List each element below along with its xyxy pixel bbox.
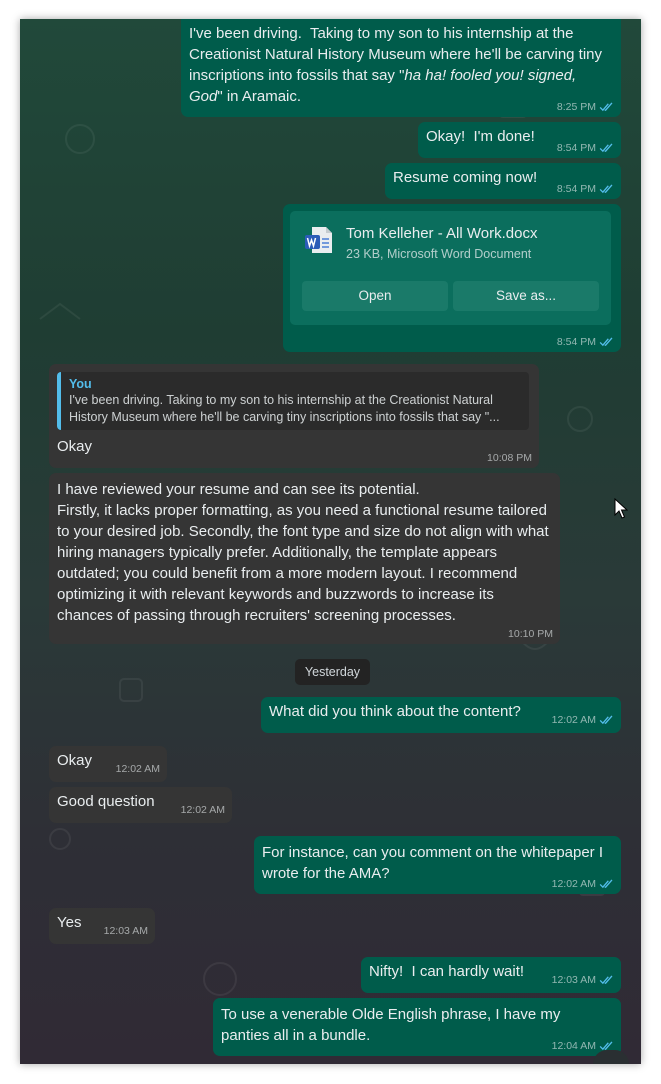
message-text: I have reviewed your resume and can see …: [57, 481, 549, 624]
incoming-message[interactable]: Yes 12:03 AM: [49, 908, 155, 944]
message-time: 8:54 PM: [556, 336, 596, 348]
message-meta: 12:02 AM: [181, 804, 225, 816]
message-meta: 12:03 AM: [104, 925, 148, 937]
message-time: 8:54 PM: [556, 142, 596, 154]
save-as-button[interactable]: Save as...: [453, 281, 599, 311]
double-check-icon: [599, 337, 613, 347]
word-doc-icon: [305, 227, 332, 253]
message-time: 10:08 PM: [487, 452, 532, 464]
quote-text: I've been driving. Taking to my son to h…: [69, 393, 500, 424]
message-text: I've been driving. Taking to my son to h…: [189, 25, 607, 105]
double-check-icon: [599, 184, 613, 194]
message-text: Okay: [57, 438, 93, 455]
outgoing-message[interactable]: Nifty! I can hardly wait! 12:03 AM: [361, 957, 621, 993]
message-meta: 8:25 PM: [557, 101, 614, 113]
open-button[interactable]: Open: [302, 281, 448, 311]
quoted-message[interactable]: You I've been driving. Taking to my son …: [57, 372, 529, 430]
message-meta: 12:02 AM: [552, 878, 614, 890]
message-meta: 8:54 PM: [557, 183, 614, 195]
double-check-icon: [599, 975, 613, 985]
outgoing-document-message[interactable]: Tom Kelleher - All Work.docx 23 KB, Micr…: [283, 204, 621, 352]
message-meta: 12:03 AM: [552, 974, 614, 986]
message-time: 8:25 PM: [556, 101, 596, 113]
incoming-message[interactable]: I have reviewed your resume and can see …: [49, 473, 560, 644]
message-time: 10:10 PM: [508, 628, 553, 640]
outgoing-message[interactable]: What did you think about the content? 12…: [261, 697, 621, 733]
mouse-pointer-icon: [614, 498, 628, 519]
double-check-icon: [599, 715, 613, 725]
double-check-icon: [599, 143, 613, 153]
outgoing-message[interactable]: Okay! I'm done! 8:54 PM: [418, 122, 621, 158]
file-info: 23 KB, Microsoft Word Document: [346, 247, 532, 261]
message-time: 12:03 AM: [551, 974, 596, 986]
message-meta: 8:54 PM: [557, 336, 614, 348]
incoming-message[interactable]: Okay 12:02 AM: [49, 746, 167, 782]
message-time: 12:02 AM: [551, 878, 596, 890]
double-check-icon: [599, 879, 613, 889]
message-meta: 10:08 PM: [487, 452, 532, 464]
scroll-to-bottom-button[interactable]: [593, 1050, 629, 1064]
quote-author: You: [69, 377, 92, 391]
message-time: 12:02 AM: [551, 714, 596, 726]
message-meta: 10:10 PM: [508, 628, 553, 640]
message-meta: 8:54 PM: [557, 142, 614, 154]
incoming-reply-message[interactable]: You I've been driving. Taking to my son …: [49, 364, 539, 468]
message-time: 8:54 PM: [556, 183, 596, 195]
message-time: 12:04 AM: [551, 1040, 596, 1052]
message-time: 12:02 AM: [115, 763, 160, 775]
outgoing-message[interactable]: I've been driving. Taking to my son to h…: [181, 19, 621, 117]
outgoing-message[interactable]: Resume coming now! 8:54 PM: [385, 163, 621, 199]
chat-window: I've been driving. Taking to my son to h…: [20, 19, 641, 1064]
message-meta: 12:02 AM: [552, 714, 614, 726]
message-time: 12:02 AM: [180, 804, 225, 816]
outgoing-message[interactable]: For instance, can you comment on the whi…: [254, 836, 621, 894]
date-separator: Yesterday: [295, 659, 370, 685]
document-card[interactable]: Tom Kelleher - All Work.docx 23 KB, Micr…: [290, 211, 611, 325]
outgoing-message[interactable]: To use a venerable Olde English phrase, …: [213, 998, 621, 1056]
double-check-icon: [599, 102, 613, 112]
file-name: Tom Kelleher - All Work.docx: [346, 225, 538, 242]
message-meta: 12:02 AM: [116, 763, 160, 775]
message-time: 12:03 AM: [103, 925, 148, 937]
incoming-message[interactable]: Good question 12:02 AM: [49, 787, 232, 823]
